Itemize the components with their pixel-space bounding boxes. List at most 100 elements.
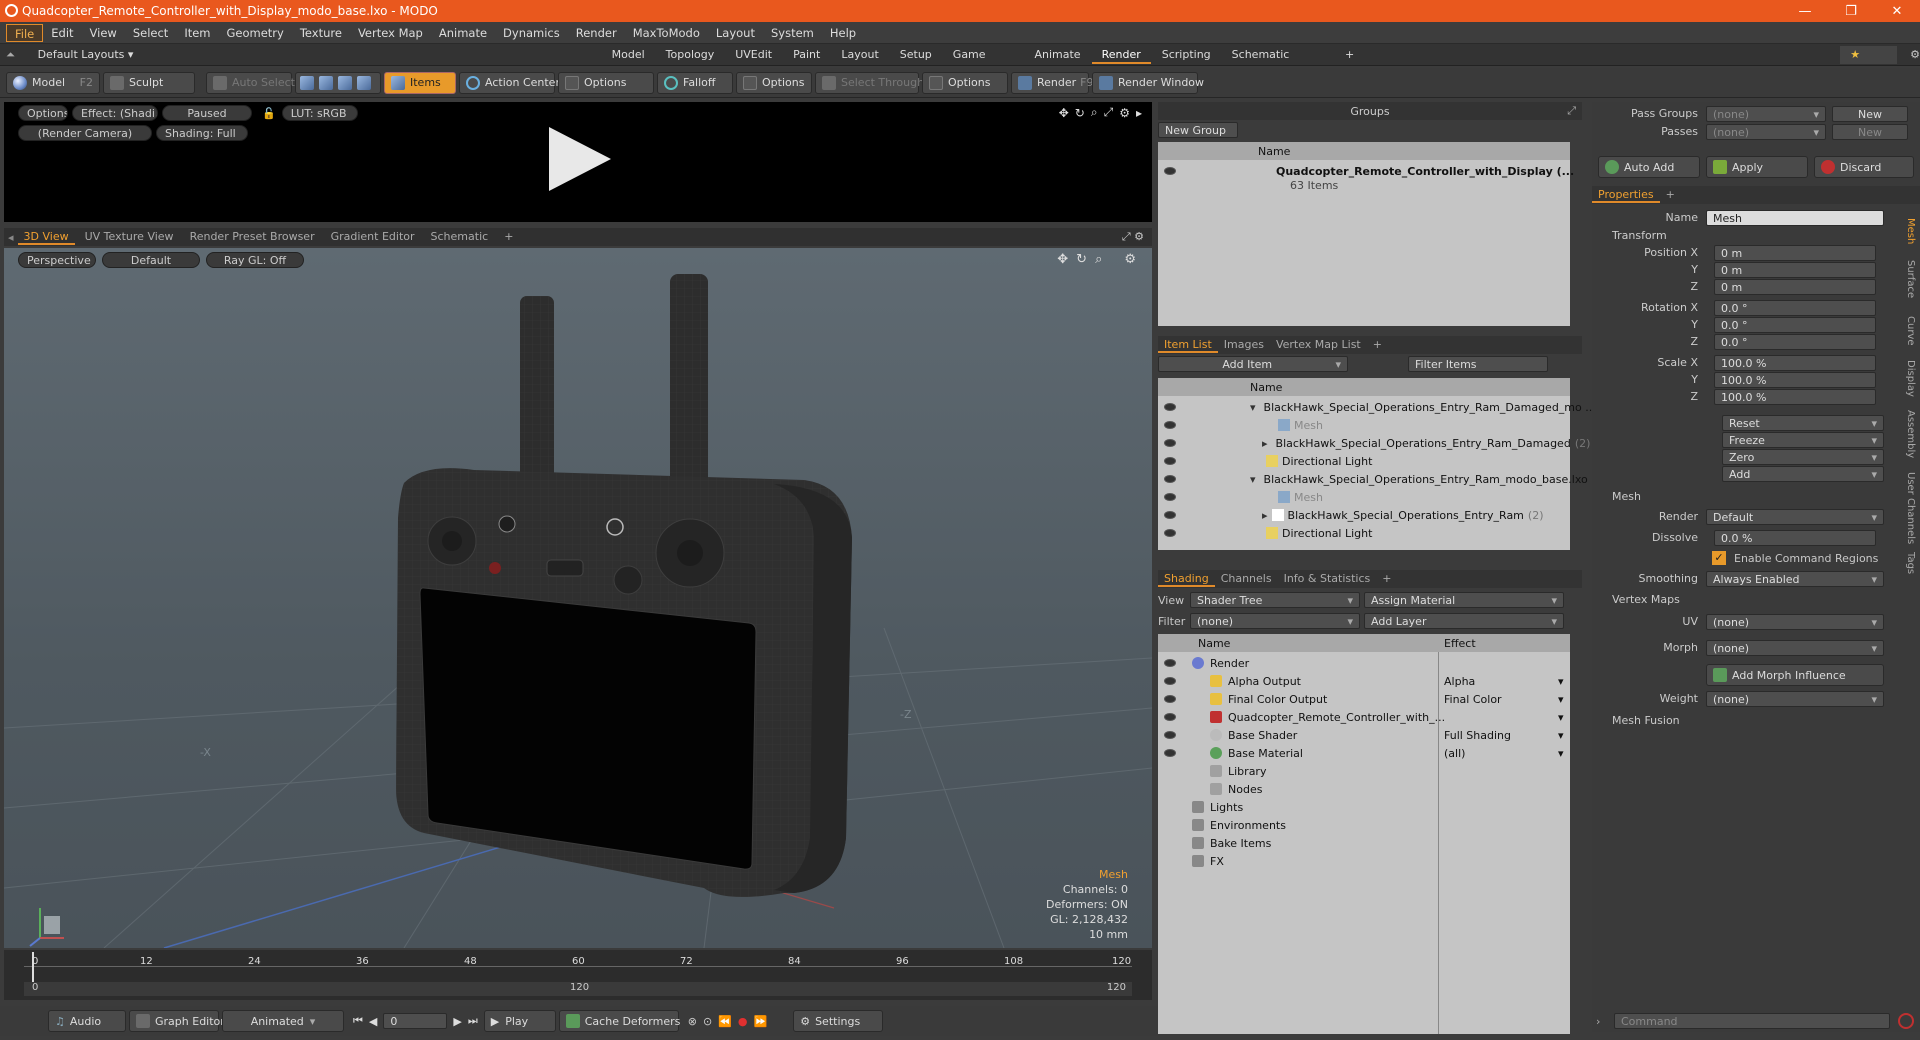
menu-system[interactable]: System: [763, 24, 822, 42]
shader-tree-row[interactable]: Quadcopter_Remote_Controller_with_... ▾: [1158, 708, 1570, 726]
tab-layout[interactable]: Layout: [831, 46, 888, 64]
shader-tree[interactable]: Name Effect Render Alpha Output Alpha ▾ Final…: [1158, 634, 1570, 1034]
side-tab-user-channels[interactable]: User Channels: [1902, 472, 1916, 544]
select-through-options-button[interactable]: Options: [922, 71, 1008, 94]
add-morph-influence-button[interactable]: Add Morph Influence: [1706, 664, 1884, 686]
shader-tree-row[interactable]: Bake Items: [1158, 834, 1570, 852]
transform-section[interactable]: Transform: [1612, 229, 1667, 242]
shader-tree-row[interactable]: Render: [1158, 654, 1570, 672]
auto-key-icon[interactable]: ⊗: [688, 1015, 697, 1028]
freeze-dropdown[interactable]: Freeze: [1722, 432, 1884, 448]
apply-button[interactable]: Apply: [1706, 156, 1808, 178]
auto-select-button[interactable]: Auto Select: [206, 71, 295, 94]
shader-effect-dropdown[interactable]: (all): [1444, 747, 1564, 760]
visibility-icon[interactable]: [1164, 659, 1176, 667]
layout-collapse-icon[interactable]: ⏶: [6, 48, 16, 62]
side-tab-display[interactable]: Display: [1902, 360, 1916, 397]
side-tab-surface[interactable]: Surface: [1902, 260, 1916, 298]
tab-properties[interactable]: Properties: [1592, 187, 1660, 203]
position-x-input[interactable]: 0 m: [1714, 245, 1876, 261]
scale-x-input[interactable]: 100.0 %: [1714, 355, 1876, 371]
menu-help[interactable]: Help: [822, 24, 864, 42]
menu-vertex-map[interactable]: Vertex Map: [350, 24, 431, 42]
zoom-icon[interactable]: ⌕: [1095, 252, 1102, 267]
tab-game-tools[interactable]: Game Tools: [943, 46, 1024, 79]
falloff-options-button[interactable]: Options: [736, 71, 812, 94]
item-list-row[interactable]: Mesh: [1158, 488, 1570, 506]
shader-effect-dropdown[interactable]: Full Shading: [1444, 729, 1564, 742]
animated-dropdown[interactable]: Animated: [222, 1010, 344, 1032]
item-list-row[interactable]: ▾ BlackHawk_Special_Operations_Entry_Ram_…: [1158, 398, 1596, 416]
preview-options-button[interactable]: Options: [18, 105, 68, 121]
tab-topology[interactable]: Topology: [656, 46, 725, 64]
add-item-dropdown[interactable]: Add Item: [1158, 356, 1348, 372]
shader-tree-row[interactable]: Lights: [1158, 798, 1570, 816]
audio-button[interactable]: ♫ Audio: [48, 1010, 126, 1032]
shader-tree-row[interactable]: Final Color Output Final Color ▾: [1158, 690, 1570, 708]
play-small-icon[interactable]: ▸: [1136, 106, 1142, 120]
menu-texture[interactable]: Texture: [292, 24, 350, 42]
menu-edit[interactable]: Edit: [43, 24, 81, 42]
rotation-z-input[interactable]: 0.0 °: [1714, 334, 1876, 350]
menu-animate[interactable]: Animate: [431, 24, 495, 42]
menu-geometry[interactable]: Geometry: [219, 24, 292, 42]
mesh-section[interactable]: Mesh: [1612, 490, 1641, 503]
record-icon[interactable]: ●: [738, 1015, 748, 1028]
menu-item[interactable]: Item: [176, 24, 218, 42]
enable-command-regions-checkbox[interactable]: ✓ Enable Command Regions: [1712, 551, 1878, 565]
menu-maxtomodo[interactable]: MaxToModo: [625, 24, 708, 42]
add-viewport-tab-button[interactable]: +: [498, 229, 519, 245]
tab-channels[interactable]: Channels: [1215, 571, 1278, 587]
side-tab-curve[interactable]: Curve: [1902, 316, 1916, 346]
item-list-row[interactable]: ▸ BlackHawk_Special_Operations_Entry_Ram(…: [1158, 506, 1570, 524]
menu-file[interactable]: File: [6, 23, 44, 42]
chevron-down-icon[interactable]: ▾: [1558, 693, 1564, 706]
visibility-icon[interactable]: [1164, 677, 1176, 685]
3d-viewport[interactable]: Perspective Default Ray GL: Off ✥ ↻ ⌕ ⚙ …: [4, 248, 1152, 948]
tab-item-list[interactable]: Item List: [1158, 337, 1218, 353]
graph-editor-button[interactable]: Graph Editor: [129, 1010, 225, 1032]
timeline[interactable]: 0 12 24 36 48 60 72 84 96 108 120 0 120 …: [4, 950, 1152, 1000]
add-dropdown[interactable]: Add: [1722, 466, 1884, 482]
visibility-icon[interactable]: [1164, 749, 1176, 757]
panel-grip-icon[interactable]: ◂: [8, 231, 14, 244]
dissolve-input[interactable]: 0.0 %: [1714, 530, 1876, 546]
visibility-icon[interactable]: [1164, 493, 1176, 501]
add-tab-button[interactable]: +: [1335, 46, 1364, 64]
model-mode-button[interactable]: Model F2: [6, 71, 100, 94]
current-frame-input[interactable]: 0: [383, 1013, 448, 1029]
collapse-arrow-icon[interactable]: ▸: [1262, 437, 1268, 450]
shader-tree-row[interactable]: Alpha Output Alpha ▾: [1158, 672, 1570, 690]
render-dropdown[interactable]: Default: [1706, 509, 1884, 525]
settings-button[interactable]: ⚙ Settings: [793, 1010, 884, 1032]
render-button[interactable]: Render F9: [1011, 71, 1094, 94]
next-key-icon[interactable]: ▶: [453, 1015, 461, 1028]
visibility-icon[interactable]: [1164, 529, 1176, 537]
sculpt-mode-button[interactable]: Sculpt: [103, 71, 195, 94]
pass-groups-dropdown[interactable]: (none): [1706, 106, 1826, 122]
add-layer-dropdown[interactable]: Add Layer: [1364, 613, 1564, 629]
item-list-row[interactable]: Directional Light: [1158, 524, 1570, 542]
visibility-icon[interactable]: [1164, 439, 1176, 447]
new-pass-button[interactable]: New: [1832, 124, 1908, 140]
edges-icon[interactable]: [319, 75, 333, 90]
gear-icon[interactable]: ⚙: [1119, 106, 1130, 120]
cache-deformers-button[interactable]: Cache Deformers: [558, 1010, 680, 1032]
tab-scripting[interactable]: Scripting: [1152, 46, 1221, 64]
falloff-button[interactable]: Falloff: [657, 71, 733, 94]
close-button[interactable]: ✕: [1874, 0, 1920, 22]
materials-icon[interactable]: [357, 75, 371, 90]
shader-effect-dropdown[interactable]: Final Color: [1444, 693, 1564, 706]
shader-tree-row[interactable]: FX: [1158, 852, 1570, 870]
scale-y-input[interactable]: 100.0 %: [1714, 372, 1876, 388]
groups-list[interactable]: Name Quadcopter_Remote_Controller_with_D…: [1158, 142, 1574, 326]
visibility-icon[interactable]: [1164, 731, 1176, 739]
passes-dropdown[interactable]: (none): [1706, 124, 1826, 140]
item-list-row[interactable]: Directional Light: [1158, 452, 1570, 470]
position-y-input[interactable]: 0 m: [1714, 262, 1876, 278]
morph-dropdown[interactable]: (none): [1706, 640, 1884, 656]
item-list-row[interactable]: Mesh: [1158, 416, 1570, 434]
tab-3d-view[interactable]: 3D View: [17, 229, 75, 245]
new-group-button[interactable]: New Group: [1158, 122, 1238, 138]
stop-icon[interactable]: [1898, 1013, 1914, 1029]
